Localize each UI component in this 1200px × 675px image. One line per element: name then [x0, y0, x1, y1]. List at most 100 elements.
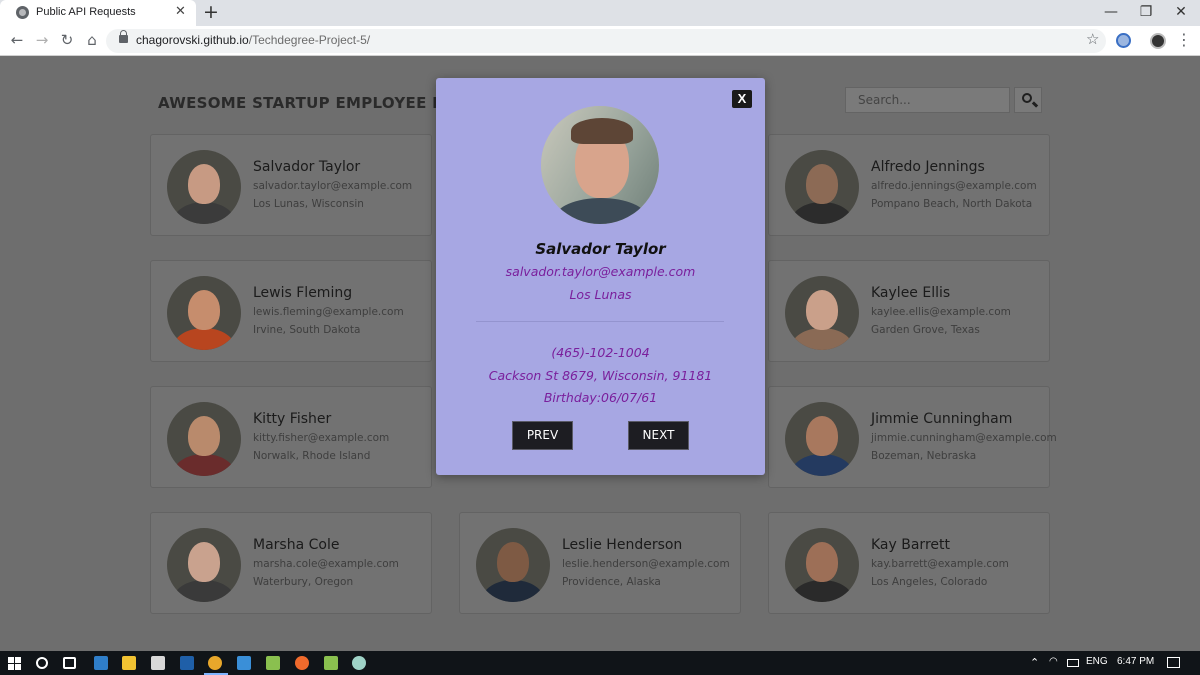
- reload-icon[interactable]: ↻: [58, 31, 76, 49]
- close-tab-icon[interactable]: ✕: [175, 4, 186, 20]
- employee-card[interactable]: Leslie Henderson leslie.henderson@example…: [459, 512, 741, 614]
- chrome-icon[interactable]: [208, 656, 222, 670]
- avatar-face: [806, 542, 838, 582]
- avatar-face: [188, 164, 220, 204]
- postman-icon[interactable]: [295, 656, 309, 670]
- avatar-face: [188, 290, 220, 330]
- search-button[interactable]: [1014, 87, 1042, 113]
- employee-location: Pompano Beach, North Dakota: [871, 198, 1033, 210]
- employee-email: marsha.cole@example.com: [253, 558, 399, 570]
- employee-location: Norwalk, Rhode Island: [253, 450, 371, 462]
- employee-name: Kaylee Ellis: [871, 285, 951, 301]
- employee-email: kay.barrett@example.com: [871, 558, 1009, 570]
- modal-close-button[interactable]: X: [732, 90, 752, 108]
- bookmark-star-icon[interactable]: ☆: [1086, 30, 1099, 48]
- task-view-icon[interactable]: [63, 657, 76, 669]
- employee-avatar: [785, 276, 859, 350]
- avatar-shoulders: [482, 580, 544, 602]
- employee-avatar: [476, 528, 550, 602]
- employee-card[interactable]: Kaylee Ellis kaylee.ellis@example.com Gard…: [768, 260, 1050, 362]
- vscode-icon[interactable]: [237, 656, 251, 670]
- url-host: chagorovski.github.io: [136, 33, 249, 47]
- extension-icon[interactable]: [1116, 33, 1131, 48]
- photoshop-icon[interactable]: [180, 656, 194, 670]
- clock[interactable]: 6:47 PM: [1117, 656, 1154, 667]
- language-indicator[interactable]: ENG: [1086, 656, 1108, 667]
- employee-avatar: [785, 402, 859, 476]
- employee-location: Los Angeles, Colorado: [871, 576, 988, 588]
- employee-name: Lewis Fleming: [253, 285, 353, 301]
- new-tab-button[interactable]: +: [203, 2, 219, 22]
- employee-modal: X Salvador Taylor salvador.taylor@exampl…: [436, 78, 765, 475]
- home-icon[interactable]: ⌂: [83, 31, 101, 49]
- url-path: /Techdegree-Project-5/: [248, 33, 371, 47]
- browser-tab[interactable]: Public API Requests ✕: [0, 0, 196, 26]
- avatar-face: [188, 416, 220, 456]
- employee-location: Waterbury, Oregon: [253, 576, 354, 588]
- employee-name: Salvador Taylor: [253, 159, 361, 175]
- employee-location: Garden Grove, Texas: [871, 324, 980, 336]
- tray-chevron-icon[interactable]: ⌃: [1030, 656, 1039, 669]
- employee-card[interactable]: Lewis Fleming lewis.fleming@example.com Ir…: [150, 260, 432, 362]
- modal-address: Cackson St 8679, Wisconsin, 91181: [488, 368, 713, 383]
- forward-icon[interactable]: →: [33, 31, 51, 49]
- modal-city: Los Lunas: [569, 287, 632, 302]
- tab-strip: Public API Requests ✕ + — ❐ ✕: [0, 0, 1200, 26]
- employee-avatar: [785, 528, 859, 602]
- search-icon: [1022, 93, 1032, 103]
- employee-avatar: [785, 150, 859, 224]
- next-button[interactable]: NEXT: [628, 421, 689, 450]
- avatar-face: [806, 164, 838, 204]
- modal-email: salvador.taylor@example.com: [505, 264, 696, 279]
- minimize-button[interactable]: —: [1096, 3, 1126, 21]
- employee-avatar: [167, 528, 241, 602]
- search-input[interactable]: [845, 87, 1010, 113]
- modal-avatar: [541, 106, 659, 224]
- avatar-shoulders: [173, 328, 235, 350]
- employee-card[interactable]: Alfredo Jennings alfredo.jennings@example…: [768, 134, 1050, 236]
- url-bar[interactable]: chagorovski.github.io/Techdegree-Project…: [106, 29, 1106, 53]
- file-explorer-icon[interactable]: [122, 656, 136, 670]
- address-toolbar: ← → ↻ ⌂ chagorovski.github.io/Techdegree…: [0, 26, 1200, 56]
- employee-email: kitty.fisher@example.com: [253, 432, 390, 444]
- profile-avatar-icon[interactable]: [1150, 33, 1166, 49]
- avatar-shoulders: [791, 580, 853, 602]
- lightroom-icon[interactable]: [94, 656, 108, 670]
- back-icon[interactable]: ←: [8, 31, 26, 49]
- employee-card[interactable]: Marsha Cole marsha.cole@example.com Waterb…: [150, 512, 432, 614]
- modal-birthday: Birthday:06/07/61: [543, 390, 658, 405]
- employee-location: Bozeman, Nebraska: [871, 450, 977, 462]
- taskbar: ⌃ ◠ ENG 6:47 PM: [0, 651, 1200, 675]
- modal-divider: [476, 321, 724, 322]
- wifi-icon[interactable]: ◠: [1049, 656, 1058, 667]
- avatar-shoulders: [173, 202, 235, 224]
- employee-avatar: [167, 150, 241, 224]
- git-icon[interactable]: [266, 656, 280, 670]
- employee-name: Alfredo Jennings: [871, 159, 985, 175]
- photos-icon[interactable]: [151, 656, 165, 670]
- browser-menu-icon[interactable]: ⋮: [1176, 30, 1192, 49]
- prev-button[interactable]: PREV: [512, 421, 573, 450]
- url-text: chagorovski.github.io/Techdegree-Project…: [136, 33, 370, 47]
- photo-hair: [571, 118, 633, 144]
- maximize-button[interactable]: ❐: [1131, 3, 1161, 21]
- employee-card[interactable]: Kay Barrett kay.barrett@example.com Los An…: [768, 512, 1050, 614]
- lock-icon: [119, 30, 128, 43]
- avatar-face: [497, 542, 529, 582]
- close-window-button[interactable]: ✕: [1166, 3, 1196, 21]
- battery-icon[interactable]: [1067, 659, 1079, 667]
- cortana-icon[interactable]: [36, 657, 48, 669]
- employee-avatar: [167, 402, 241, 476]
- avatar-shoulders: [173, 580, 235, 602]
- employee-name: Kitty Fisher: [253, 411, 332, 427]
- windows-start-icon[interactable]: [8, 657, 21, 670]
- globe-icon: [16, 6, 29, 19]
- employee-card[interactable]: Kitty Fisher kitty.fisher@example.com Norw…: [150, 386, 432, 488]
- employee-name: Kay Barrett: [871, 537, 950, 553]
- employee-email: salvador.taylor@example.com: [253, 180, 413, 192]
- sourcetree-icon[interactable]: [324, 656, 338, 670]
- employee-card[interactable]: Jimmie Cunningham jimmie.cunningham@examp…: [768, 386, 1057, 488]
- employee-card[interactable]: Salvador Taylor salvador.taylor@example.c…: [150, 134, 432, 236]
- app-icon[interactable]: [352, 656, 366, 670]
- notifications-icon[interactable]: [1167, 657, 1180, 668]
